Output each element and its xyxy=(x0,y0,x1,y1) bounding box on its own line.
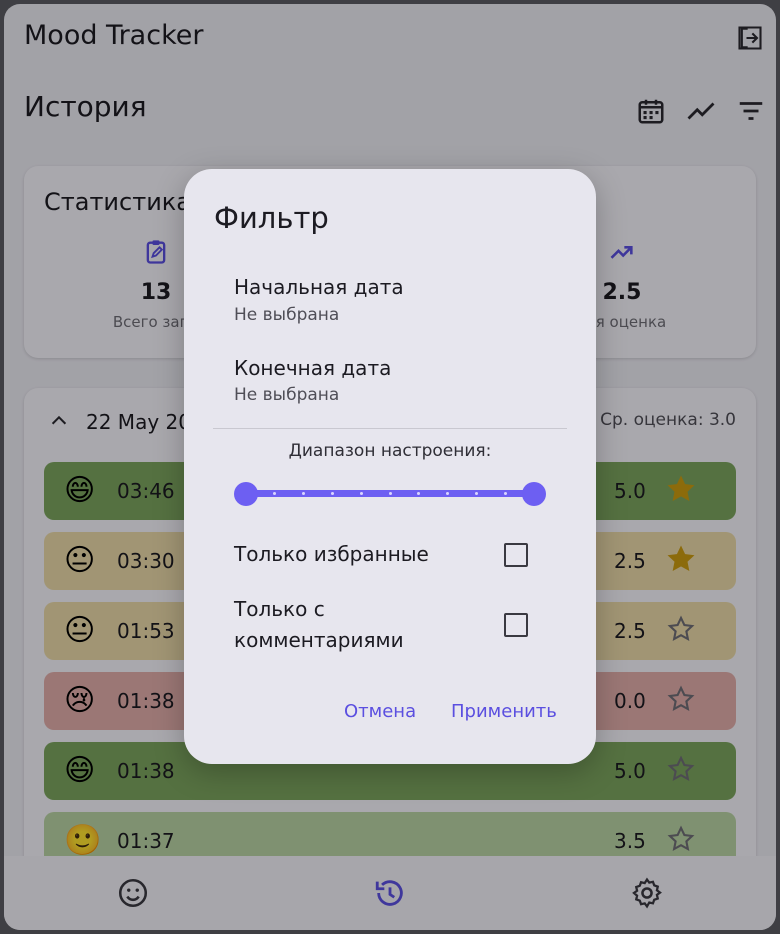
only-comments-label: Только с комментариями xyxy=(234,594,404,656)
divider xyxy=(213,428,567,429)
only-comments-label-line1: Только с xyxy=(234,597,325,621)
slider-tick xyxy=(503,492,507,495)
slider-thumb-max[interactable] xyxy=(522,482,546,506)
end-date-title[interactable]: Конечная дата xyxy=(234,356,391,380)
cancel-button[interactable]: Отмена xyxy=(344,701,416,722)
slider-tick xyxy=(474,492,478,495)
start-date-title[interactable]: Начальная дата xyxy=(234,275,404,299)
dialog-title: Фильтр xyxy=(214,201,329,235)
slider-tick xyxy=(330,492,334,495)
apply-button[interactable]: Применить xyxy=(451,701,557,722)
only-comments-label-line2: комментариями xyxy=(234,628,404,652)
end-date-value[interactable]: Не выбрана xyxy=(234,385,339,405)
slider-thumb-min[interactable] xyxy=(234,482,258,506)
only-favorites-label: Только избранные xyxy=(234,542,429,566)
start-date-value[interactable]: Не выбрана xyxy=(234,305,339,325)
only-favorites-checkbox[interactable] xyxy=(504,543,528,567)
slider-tick xyxy=(388,492,392,495)
mood-range-slider[interactable] xyxy=(234,482,546,506)
filter-dialog: Фильтр Начальная дата Не выбрана Конечна… xyxy=(184,169,596,764)
slider-tick xyxy=(359,492,363,495)
only-comments-checkbox[interactable] xyxy=(504,613,528,637)
mood-range-label: Диапазон настроения: xyxy=(288,441,492,461)
